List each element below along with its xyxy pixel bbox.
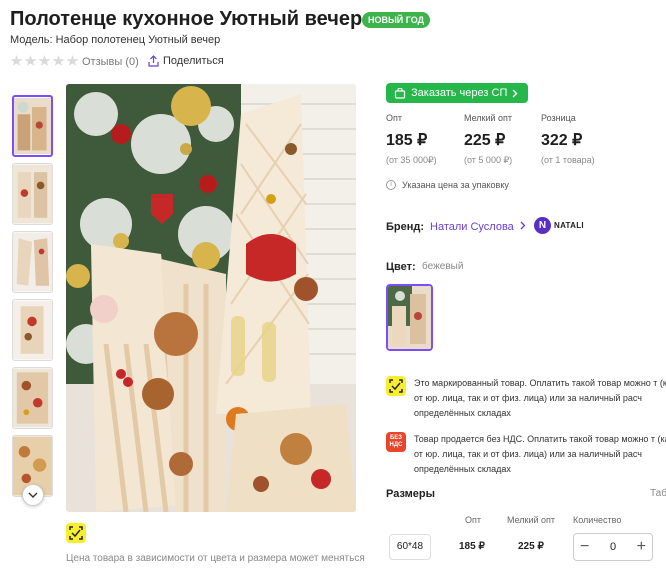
model-text: Модель: Набор полотенец Уютный вечер [10,34,221,46]
info-icon: i [386,180,396,190]
thumbnail-image [14,98,51,154]
brand-label: Бренд: [386,221,425,233]
price-value: 322 ₽ [541,132,583,149]
thumbnail-image [13,300,52,360]
pack-note-text: Указана цена за упаковку [402,180,509,190]
reviews-link[interactable]: Отзывы (0) [82,56,139,68]
price-label: Мелкий опт [464,113,513,123]
thumbnails-scroll-down-button[interactable] [22,484,44,506]
thumbnail-image [13,232,52,292]
new-year-badge: НОВЫЙ ГОД [362,12,431,28]
price-small-opt: Мелкий опт 225 ₽ (от 5 000 ₽) [464,113,512,166]
color-value: бежевый [422,261,464,272]
column-header-opt: Опт [465,515,481,525]
price-retail: Розница 322 ₽ (от 1 товара) [541,113,595,165]
cart-icon [394,87,406,99]
page-title: Полотенце кухонное Уютный вечер [10,8,363,30]
increment-button[interactable]: + [637,539,646,555]
order-via-sp-button[interactable]: Заказать через СП [386,83,529,103]
price-label: Опт [386,113,402,123]
marking-notice-text: Это маркированный товар. Оплатить такой … [414,378,666,418]
brand-logo-text: NATALI [554,221,584,230]
main-product-image[interactable] [66,84,356,512]
price-value: 185 ₽ [386,132,428,149]
price-label: Розница [541,113,576,123]
chevron-down-icon [28,492,38,498]
chevron-right-icon [520,221,526,230]
marking-icon [386,376,406,396]
decrement-button[interactable]: − [580,539,589,555]
thumbnail-3[interactable] [12,231,53,293]
price-condition: (от 1 товара) [541,155,595,165]
star-icon [52,55,65,66]
star-icon [38,55,51,66]
size-table-link[interactable]: Таб [650,488,666,499]
thumbnail-1[interactable] [12,95,53,157]
sp-button-label: Заказать через СП [411,87,508,99]
price-value: 225 ₽ [464,132,506,149]
color-label: Цвет: [386,261,416,273]
star-icon [10,55,23,66]
thumbnail-list [12,95,55,503]
column-header-small-opt: Мелкий опт [507,515,556,525]
marking-notice: Это маркированный товар. Оплатить такой … [386,376,666,421]
quantity-stepper[interactable]: − 0 + [573,533,653,561]
thumbnail-5[interactable] [12,367,53,429]
thumbnail-image [13,164,52,224]
price-opt: Опт 185 ₽ (от 35 000₽) [386,113,437,166]
color-swatch-beige[interactable] [386,284,433,351]
price-condition: (от 35 000₽) [386,155,437,165]
share-label: Поделиться [163,55,224,67]
brand-logo[interactable]: N NATALI [534,217,584,234]
thumbnail-4[interactable] [12,299,53,361]
brand-name: Натали Суслова [430,221,514,233]
quantity-value[interactable]: 0 [610,541,616,553]
price-condition: (от 5 000 ₽) [464,155,513,165]
share-button[interactable]: Поделиться [148,55,224,67]
no-vat-notice-text: Товар продается без НДС. Оплатить такой … [414,434,666,474]
brand-logo-mark: N [534,217,551,234]
thumbnail-image [13,368,52,428]
size-price-opt: 185 ₽ [459,541,485,552]
thumbnail-2[interactable] [12,163,53,225]
rating-stars[interactable] [10,55,79,67]
product-photo [66,84,356,512]
price-variation-note: Цена товара в зависимости от цвета и раз… [66,553,365,564]
pack-price-note: i Указана цена за упаковку [386,180,509,190]
no-vat-icon: БЕЗ НДС [386,432,406,452]
swatch-image [388,286,431,349]
star-icon [66,55,79,66]
size-option[interactable]: 60*48 [389,534,431,560]
no-vat-notice: БЕЗ НДС Товар продается без НДС. Оплатит… [386,432,666,477]
star-icon [24,55,37,66]
sizes-label: Размеры [386,488,436,500]
chevron-right-icon [512,89,518,97]
marking-icon[interactable] [66,523,86,543]
brand-link[interactable]: Натали Суслова [430,221,526,233]
column-header-quantity: Количество [573,515,622,525]
share-icon [148,55,159,67]
size-price-small-opt: 225 ₽ [518,541,544,552]
